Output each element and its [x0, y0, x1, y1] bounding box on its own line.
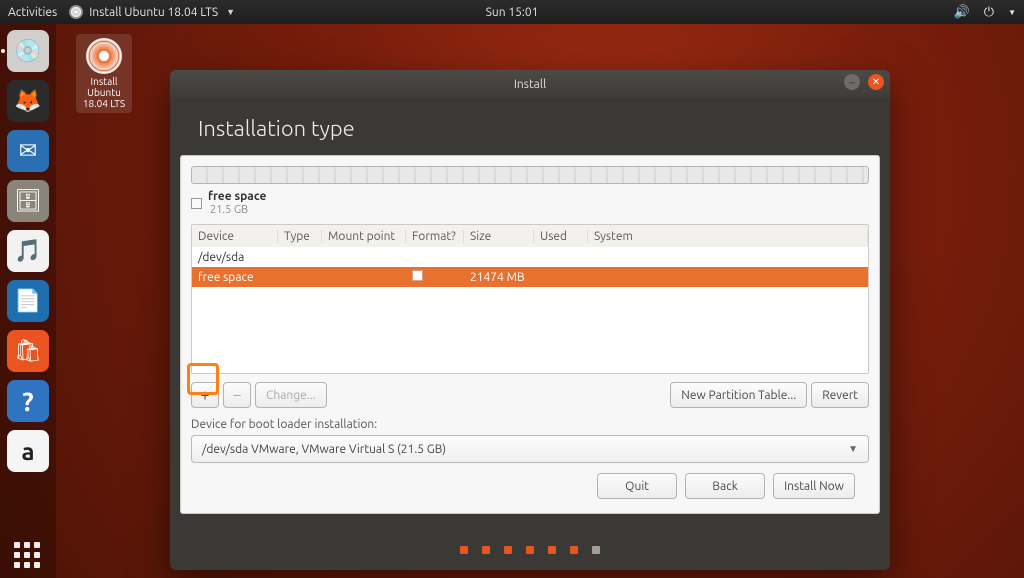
legend-size: 21.5 GB [210, 204, 248, 216]
progress-dot [482, 546, 490, 554]
progress-dot [592, 546, 600, 554]
column-header[interactable]: Device [192, 230, 278, 243]
remove-partition-button[interactable]: − [223, 382, 251, 408]
cd-icon [69, 5, 83, 19]
volume-icon[interactable]: 🔊 [954, 5, 970, 20]
dock: 💿 🦊 ✉ 🗄 🎵 📄 🛍? a [0, 24, 56, 578]
top-bar: Activities Install Ubuntu 18.04 LTS ▼ Su… [0, 0, 1024, 24]
page-title: Installation type [170, 98, 890, 155]
chevron-down-icon: ▼ [848, 443, 858, 455]
power-icon[interactable]: ⏻ [984, 5, 994, 20]
software-icon[interactable]: 🛍 [7, 330, 49, 372]
column-header[interactable]: Type [278, 230, 322, 243]
boot-loader-device-combo[interactable]: /dev/sda VMware, VMware Virtual S (21.5 … [191, 435, 869, 463]
quit-button[interactable]: Quit [597, 473, 677, 499]
partition-table[interactable]: DeviceTypeMount pointFormat?SizeUsedSyst… [191, 224, 869, 374]
add-partition-button[interactable]: + [191, 382, 219, 408]
desktop-icon-label: Install [91, 76, 118, 87]
column-header[interactable]: Format? [406, 230, 464, 243]
window-title: Install [514, 78, 546, 91]
progress-dot [526, 546, 534, 554]
progress-dot [504, 546, 512, 554]
partition-toolbar: + − Change... New Partition Table... Rev… [191, 382, 869, 408]
help-icon[interactable]: ? [7, 380, 49, 422]
system-menu-chevron-icon[interactable]: ▼ [1008, 8, 1016, 17]
change-partition-button[interactable]: Change... [255, 382, 327, 408]
desktop-icon-install-ubuntu[interactable]: Install Ubuntu 18.04 LTS [76, 34, 132, 113]
new-partition-table-button[interactable]: New Partition Table... [670, 382, 807, 408]
show-applications-button[interactable] [14, 542, 40, 568]
progress-dot [570, 546, 578, 554]
minimize-button[interactable]: – [844, 74, 860, 90]
installer-window: Install – ✕ Installation type free space… [170, 70, 890, 570]
boot-loader-device-value: /dev/sda VMware, VMware Virtual S (21.5 … [202, 443, 446, 456]
thunderbird-icon[interactable]: ✉ [7, 130, 49, 172]
revert-button[interactable]: Revert [811, 382, 869, 408]
column-header[interactable]: System [588, 230, 868, 243]
files-icon[interactable]: 🗄 [7, 180, 49, 222]
disk-usage-bar [191, 166, 869, 184]
table-row[interactable]: /dev/sda [192, 247, 868, 267]
activities-button[interactable]: Activities [8, 6, 57, 19]
cd-icon [86, 38, 122, 74]
disk-usage-legend: free space 21.5 GB [191, 190, 869, 216]
window-titlebar[interactable]: Install – ✕ [170, 70, 890, 98]
close-button[interactable]: ✕ [868, 74, 884, 90]
app-menu[interactable]: Install Ubuntu 18.04 LTS ▼ [69, 5, 235, 19]
installer-icon[interactable]: 💿 [7, 30, 49, 72]
progress-dot [460, 546, 468, 554]
firefox-icon[interactable]: 🦊 [7, 80, 49, 122]
wizard-progress-dots [170, 520, 890, 566]
column-header[interactable]: Used [534, 230, 588, 243]
table-header: DeviceTypeMount pointFormat?SizeUsedSyst… [192, 225, 868, 247]
rhythmbox-icon[interactable]: 🎵 [7, 230, 49, 272]
progress-dot [548, 546, 556, 554]
column-header[interactable]: Size [464, 230, 534, 243]
writer-icon[interactable]: 📄 [7, 280, 49, 322]
boot-loader-label: Device for boot loader installation: [191, 418, 869, 431]
amazon-icon[interactable]: a [7, 430, 49, 472]
partition-panel: free space 21.5 GB DeviceTypeMount point… [180, 155, 880, 514]
legend-title: free space [208, 190, 266, 203]
app-menu-label: Install Ubuntu 18.04 LTS [89, 6, 218, 19]
column-header[interactable]: Mount point [322, 230, 406, 243]
legend-swatch [191, 198, 202, 209]
table-row[interactable]: free space21474 MB [192, 267, 868, 287]
chevron-down-icon: ▼ [226, 7, 235, 17]
wizard-nav: Quit Back Install Now [191, 463, 869, 499]
install-now-button[interactable]: Install Now [773, 473, 855, 499]
back-button[interactable]: Back [685, 473, 765, 499]
